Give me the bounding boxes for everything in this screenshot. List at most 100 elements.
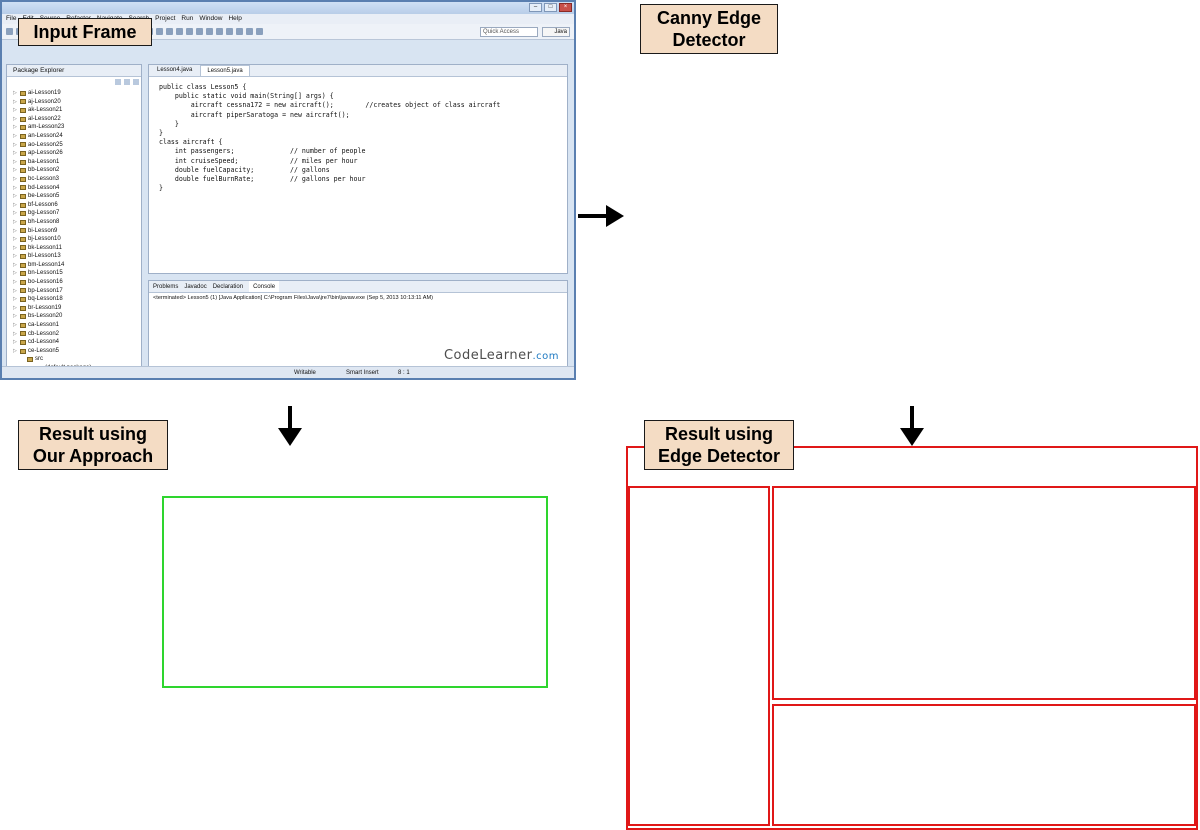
expand-arrow-icon[interactable]: ▷ [13, 295, 18, 304]
tree-item[interactable]: ▷ am-Lesson23 [13, 123, 137, 132]
expand-arrow-icon[interactable]: ▷ [13, 252, 18, 261]
tree-item[interactable]: ▷ bm-Lesson14 [13, 261, 137, 270]
tree-item[interactable]: ▷ bc-Lesson3 [13, 175, 137, 184]
expand-arrow-icon[interactable]: ▷ [13, 192, 18, 201]
toolbar-button-icon[interactable] [246, 28, 253, 35]
expand-arrow-icon[interactable]: ▷ [13, 166, 18, 175]
expand-arrow-icon[interactable]: ▷ [13, 175, 18, 184]
tree-item[interactable]: ▷ be-Lesson5 [13, 192, 137, 201]
link-editor-icon[interactable] [124, 79, 130, 85]
expand-arrow-icon[interactable]: ▷ [13, 123, 18, 132]
tree-item[interactable]: ▷ bp-Lesson17 [13, 287, 137, 296]
expand-arrow-icon[interactable]: ▷ [13, 244, 18, 253]
expand-arrow-icon[interactable]: ▷ [13, 98, 18, 107]
tree-item[interactable]: ▷ al-Lesson22 [13, 115, 137, 124]
expand-arrow-icon[interactable]: ▷ [13, 218, 18, 227]
expand-arrow-icon[interactable]: ▷ [13, 106, 18, 115]
code-line: public static void main(String[] args) { [159, 92, 334, 101]
tree-item[interactable]: ▷ ba-Lesson1 [13, 158, 137, 167]
expand-arrow-icon[interactable]: ▷ [13, 269, 18, 278]
expand-arrow-icon[interactable]: ▷ [13, 321, 18, 330]
console-tab[interactable]: Console [249, 281, 280, 292]
console-tab[interactable]: Javadoc [184, 281, 206, 292]
tree-item[interactable]: ▷ ao-Lesson25 [13, 141, 137, 150]
tree-item[interactable]: ▷ bl-Lesson13 [13, 252, 137, 261]
toolbar-button-icon[interactable] [236, 28, 243, 35]
expand-arrow-icon[interactable]: ▷ [13, 149, 18, 158]
expand-arrow-icon[interactable]: ▷ [13, 209, 18, 218]
tree-item[interactable]: ▷ ce-Lesson5 [13, 347, 137, 356]
console-output: <terminated> Lesson5 (1) [Java Applicati… [153, 295, 434, 301]
menu-item[interactable]: Help [228, 14, 241, 24]
expand-arrow-icon[interactable]: ▷ [13, 235, 18, 244]
java-perspective-button[interactable]: Java [542, 27, 570, 37]
tree-item[interactable]: ▷ bf-Lesson6 [13, 201, 137, 210]
tree-item[interactable]: ▷ bq-Lesson18 [13, 295, 137, 304]
menu-item[interactable]: Run [181, 14, 193, 24]
project-folder-icon [20, 193, 26, 199]
tree-item[interactable]: ▷ bn-Lesson15 [13, 269, 137, 278]
expand-arrow-icon[interactable]: ▷ [13, 89, 18, 98]
expand-arrow-icon[interactable]: ▷ [13, 227, 18, 236]
tree-item[interactable]: ▷ bk-Lesson11 [13, 244, 137, 253]
close-icon[interactable]: × [559, 3, 572, 12]
toolbar-button-icon[interactable] [256, 28, 263, 35]
tree-item[interactable]: ▷ cd-Lesson4 [13, 338, 137, 347]
expand-arrow-icon[interactable]: ▷ [13, 158, 18, 167]
tree-item[interactable]: ▷ bj-Lesson10 [13, 235, 137, 244]
toolbar-button-icon[interactable] [186, 28, 193, 35]
editor-tab[interactable]: Lesson4.java [151, 65, 198, 76]
expand-arrow-icon[interactable]: ▷ [13, 278, 18, 287]
tree-item[interactable]: ▷ bs-Lesson20 [13, 312, 137, 321]
expand-arrow-icon[interactable]: ▷ [13, 312, 18, 321]
expand-arrow-icon[interactable]: ▷ [13, 201, 18, 210]
expand-arrow-icon[interactable]: ▷ [13, 115, 18, 124]
expand-arrow-icon[interactable]: ▷ [13, 338, 18, 347]
toolbar-button-icon[interactable] [176, 28, 183, 35]
tree-item[interactable]: ▷ bd-Lesson4 [13, 184, 137, 193]
expand-arrow-icon[interactable]: ▷ [13, 287, 18, 296]
expand-arrow-icon[interactable]: ▷ [13, 304, 18, 313]
maximize-icon[interactable]: □ [544, 3, 557, 12]
tree-item[interactable]: ▷ ai-Lesson19 [13, 89, 137, 98]
tree-item[interactable]: ▷ bh-Lesson8 [13, 218, 137, 227]
tree-item[interactable]: ▷ cb-Lesson2 [13, 330, 137, 339]
menu-item[interactable]: File [6, 14, 16, 24]
toolbar-button-icon[interactable] [226, 28, 233, 35]
quick-access-input[interactable]: Quick Access [480, 27, 538, 37]
tree-child-item[interactable]: src [13, 355, 137, 364]
expand-arrow-icon[interactable]: ▷ [13, 347, 18, 356]
toolbar-button-icon[interactable] [6, 28, 13, 35]
code-editor[interactable]: Lesson4.javaLesson5.java public class Le… [148, 64, 568, 274]
expand-arrow-icon[interactable]: ▷ [13, 261, 18, 270]
console-tab[interactable]: Declaration [213, 281, 243, 292]
collapse-all-icon[interactable] [115, 79, 121, 85]
console-tab[interactable]: Problems [153, 281, 178, 292]
code-text[interactable]: public class Lesson5 { public static voi… [159, 83, 561, 193]
tree-item[interactable]: ▷ br-Lesson19 [13, 304, 137, 313]
tree-item[interactable]: ▷ ap-Lesson26 [13, 149, 137, 158]
view-menu-icon[interactable] [133, 79, 139, 85]
toolbar-button-icon[interactable] [216, 28, 223, 35]
toolbar-button-icon[interactable] [166, 28, 173, 35]
tree-item[interactable]: ▷ ca-Lesson1 [13, 321, 137, 330]
editor-tab[interactable]: Lesson5.java [200, 65, 250, 76]
expand-arrow-icon[interactable]: ▷ [13, 184, 18, 193]
expand-arrow-icon[interactable]: ▷ [13, 132, 18, 141]
expand-arrow-icon[interactable]: ▷ [13, 330, 18, 339]
tree-item[interactable]: ▷ ak-Lesson21 [13, 106, 137, 115]
minimize-icon[interactable]: – [529, 3, 542, 12]
tree-item[interactable]: ▷ bb-Lesson2 [13, 166, 137, 175]
toolbar-button-icon[interactable] [196, 28, 203, 35]
tree-item[interactable]: ▷ bo-Lesson16 [13, 278, 137, 287]
toolbar-button-icon[interactable] [206, 28, 213, 35]
expand-arrow-icon[interactable]: ▷ [13, 141, 18, 150]
menu-item[interactable]: Window [199, 14, 222, 24]
tree-item[interactable]: ▷ bi-Lesson9 [13, 227, 137, 236]
tree-item[interactable]: ▷ an-Lesson24 [13, 132, 137, 141]
tree-item[interactable]: ▷ aj-Lesson20 [13, 98, 137, 107]
project-folder-icon [20, 99, 26, 105]
toolbar-button-icon[interactable] [156, 28, 163, 35]
tree-item[interactable]: ▷ bg-Lesson7 [13, 209, 137, 218]
menu-item[interactable]: Project [155, 14, 175, 24]
